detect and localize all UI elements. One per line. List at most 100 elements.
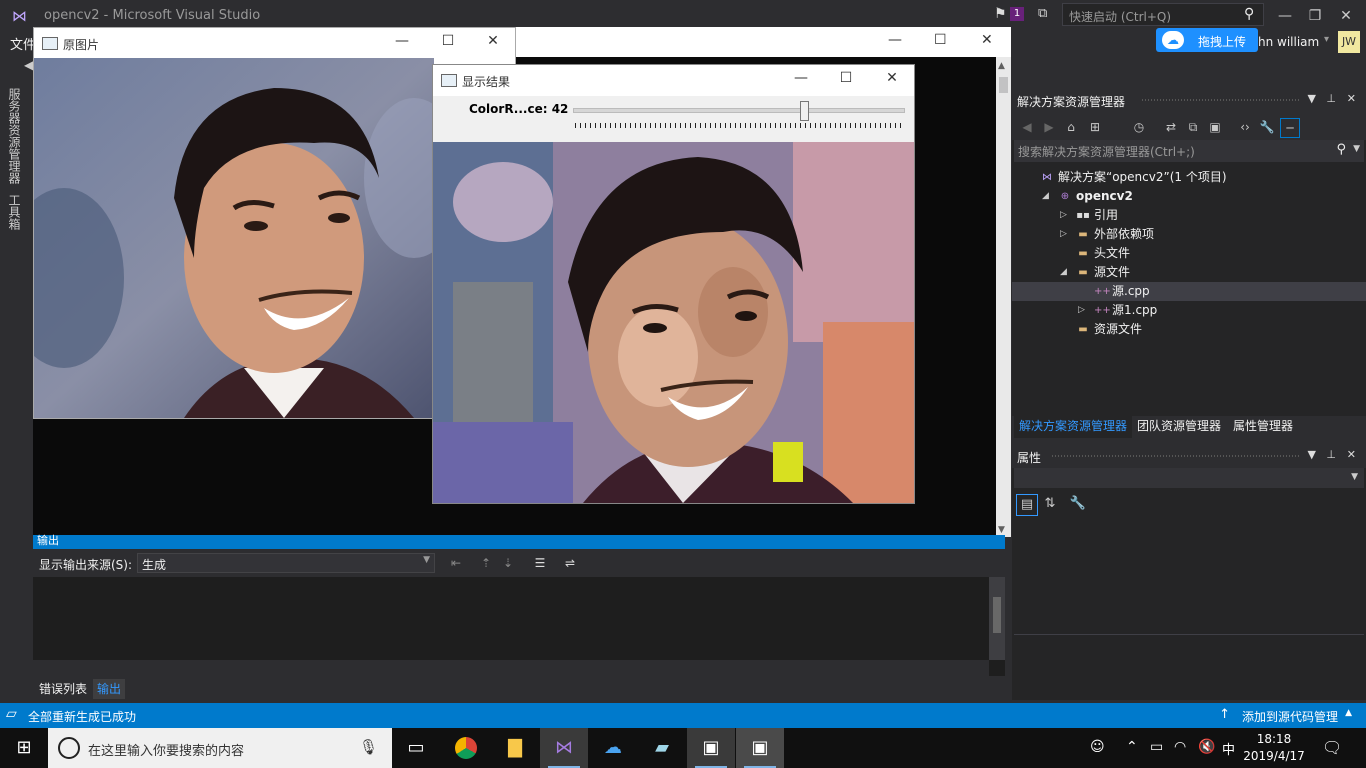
alphabetical-icon[interactable]: ⇅	[1040, 494, 1060, 514]
view-code-icon[interactable]: ‹›	[1236, 118, 1254, 136]
tree-item[interactable]: ▷ ▪▪ 引用	[1012, 206, 1366, 225]
switch-views-icon[interactable]: ⊞	[1086, 118, 1104, 136]
minimize-icon[interactable]: —	[888, 32, 902, 48]
forward-icon[interactable]: ▶	[1040, 118, 1058, 136]
pin-icon[interactable]: ⊥	[1326, 448, 1336, 461]
next-message-icon[interactable]: ⇣	[499, 554, 517, 572]
maximize-icon[interactable]: ☐	[438, 33, 458, 49]
ime-indicator[interactable]: 中	[1222, 739, 1235, 758]
collapse-all-icon[interactable]: ⧉	[1184, 118, 1202, 136]
tab-output[interactable]: 输出	[93, 679, 126, 699]
properties-object-select[interactable]: ▼	[1014, 468, 1364, 488]
back-icon[interactable]: ◀	[1018, 118, 1036, 136]
preview-icon[interactable]: ─	[1280, 118, 1300, 138]
trackbar-track[interactable]	[573, 108, 905, 113]
tab-toolbox[interactable]: 工具箱	[6, 194, 23, 230]
close-icon[interactable]: ✕	[483, 33, 503, 49]
task-view-icon[interactable]: ▭	[392, 728, 440, 768]
quick-launch-input[interactable]: 快速启动 (Ctrl+Q)	[1062, 3, 1264, 26]
maximize-icon[interactable]: ☐	[836, 70, 856, 86]
close-icon[interactable]: ✕	[981, 32, 993, 48]
tab-team-explorer[interactable]: 团队资源管理器	[1132, 416, 1226, 438]
file-explorer-icon[interactable]: ▇	[491, 728, 539, 768]
user-name[interactable]: hn william	[1258, 35, 1319, 49]
clear-all-icon[interactable]: ☰	[531, 554, 549, 572]
drag-grip[interactable]	[1142, 99, 1300, 101]
properties-wrench-icon[interactable]: 🔧	[1258, 118, 1276, 136]
previous-message-icon[interactable]: ⇡	[477, 554, 495, 572]
expand-arrow-icon[interactable]: ▷	[1060, 206, 1067, 225]
notepad-icon[interactable]: ▰	[638, 728, 686, 768]
taskbar-search-box[interactable]: 在这里输入你要搜索的内容 🎙	[48, 728, 392, 768]
chevron-down-icon[interactable]: ▾	[1324, 34, 1329, 45]
output-source-select[interactable]: 生成 ▼	[137, 553, 435, 573]
word-wrap-icon[interactable]: ⇌	[561, 554, 579, 572]
tree-item[interactable]: ▷ ++ 源1.cpp	[1012, 301, 1366, 320]
back-icon[interactable]: ◀	[24, 58, 33, 72]
search-icon[interactable]: ⚲	[1244, 6, 1254, 22]
output-text-area[interactable]	[33, 577, 1005, 676]
chevron-down-icon[interactable]: ▼	[1353, 144, 1360, 154]
editor-vertical-scrollbar[interactable]: ▲ ▼	[996, 57, 1011, 537]
tree-item[interactable]: ++ 源.cpp	[1012, 282, 1366, 301]
show-all-files-icon[interactable]: ▣	[1206, 118, 1224, 136]
categorized-icon[interactable]: ▤	[1016, 494, 1038, 516]
opencv-window-2-icon[interactable]: ▣	[736, 728, 784, 768]
chevron-up-icon[interactable]: ⌃	[1126, 739, 1138, 755]
scroll-up-icon[interactable]: ▲	[998, 61, 1005, 71]
avatar[interactable]: JW	[1338, 31, 1360, 53]
feedback-icon[interactable]: ⧉	[1038, 6, 1047, 21]
original-window-titlebar[interactable]: 原图片 — ☐ ✕	[34, 28, 515, 58]
property-pages-wrench-icon[interactable]: 🔧	[1068, 494, 1088, 514]
notification-badge[interactable]: 1	[1010, 7, 1024, 21]
collapse-arrow-icon[interactable]: ◢	[1042, 187, 1049, 206]
close-icon[interactable]: ✕	[1336, 6, 1356, 26]
scrollbar-thumb[interactable]	[993, 597, 1001, 633]
baidu-netdisk-icon[interactable]: ☁	[589, 728, 637, 768]
output-horizontal-scrollbar[interactable]	[33, 660, 989, 676]
tab-solution-explorer[interactable]: 解决方案资源管理器	[1014, 416, 1133, 438]
minimize-icon[interactable]: —	[392, 33, 412, 49]
close-icon[interactable]: ✕	[882, 70, 902, 86]
chevron-down-icon[interactable]: ▼	[1308, 448, 1316, 461]
output-vertical-scrollbar[interactable]	[989, 577, 1005, 660]
drag-grip[interactable]	[1052, 455, 1300, 457]
expand-arrow-icon[interactable]: ▷	[1078, 301, 1085, 320]
visual-studio-icon[interactable]: ⋈	[540, 728, 588, 768]
arrow-up-icon[interactable]: ↑	[1219, 707, 1230, 722]
home-icon[interactable]: ⌂	[1062, 118, 1080, 136]
cortana-icon[interactable]	[58, 737, 80, 759]
chevron-up-icon[interactable]: ▲	[1345, 708, 1352, 718]
tab-property-manager[interactable]: 属性管理器	[1228, 416, 1298, 438]
maximize-icon[interactable]: ☐	[934, 32, 947, 48]
action-center-icon[interactable]: 🗨	[1322, 738, 1342, 757]
battery-icon[interactable]: ▭	[1150, 739, 1163, 755]
tree-item[interactable]: ◢ ⊕ opencv2	[1012, 187, 1366, 206]
upload-button[interactable]: ☁ 拖拽上传	[1156, 28, 1258, 52]
pending-changes-icon[interactable]: ◷	[1130, 118, 1148, 136]
sync-icon[interactable]: ⇄	[1162, 118, 1180, 136]
chevron-down-icon[interactable]: ▼	[1308, 92, 1316, 105]
trackbar-thumb[interactable]	[800, 101, 809, 121]
minimize-icon[interactable]: —	[791, 70, 811, 86]
clock[interactable]: 18:18 2019/4/17	[1240, 731, 1308, 765]
close-icon[interactable]: ✕	[1347, 448, 1356, 461]
opencv-window-icon[interactable]: ▣	[687, 728, 735, 768]
goto-message-icon[interactable]: ⇤	[447, 554, 465, 572]
people-icon[interactable]: ☺	[1090, 739, 1105, 755]
tree-item[interactable]: ▬ 头文件	[1012, 244, 1366, 263]
notification-flag-icon[interactable]: ⚑	[994, 6, 1007, 22]
pin-icon[interactable]: ⊥	[1326, 92, 1336, 105]
tree-item[interactable]: ▬ 资源文件	[1012, 320, 1366, 339]
minimize-icon[interactable]: —	[1275, 6, 1295, 26]
windows-start-icon[interactable]: ⊞	[0, 728, 48, 768]
tab-server-explorer[interactable]: 服务器资源管理器	[6, 88, 23, 184]
expand-arrow-icon[interactable]: ▷	[1060, 225, 1067, 244]
chrome-icon[interactable]	[442, 728, 490, 768]
close-icon[interactable]: ✕	[1347, 92, 1356, 105]
restore-icon[interactable]: ❐	[1305, 6, 1325, 26]
result-window-titlebar[interactable]: 显示结果 — ☐ ✕	[433, 65, 914, 95]
network-icon[interactable]: ◠	[1174, 739, 1186, 755]
scrollbar-thumb[interactable]	[999, 77, 1008, 93]
tab-error-list[interactable]: 错误列表	[35, 679, 91, 699]
